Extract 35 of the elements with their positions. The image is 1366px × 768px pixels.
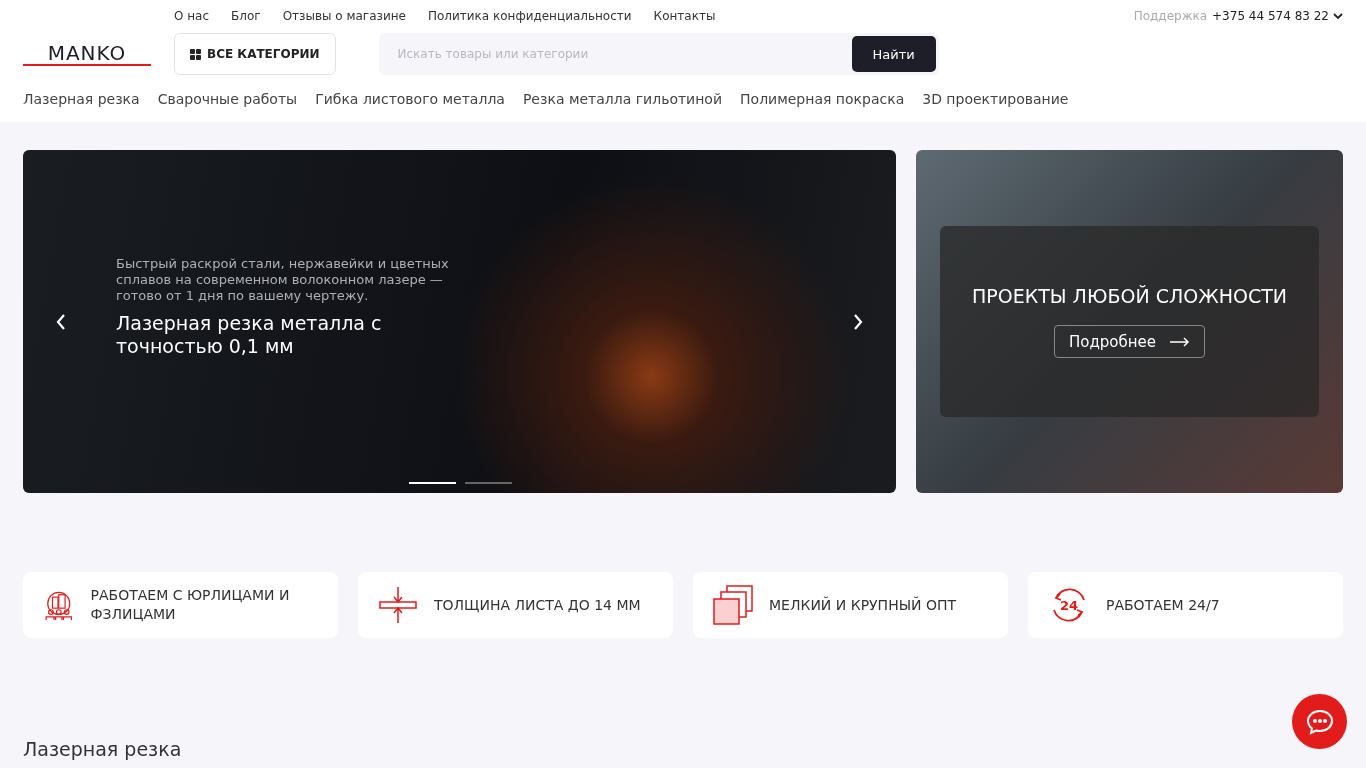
top-nav-link[interactable]: Контакты [653,9,716,23]
arrow-right-icon [1170,336,1190,347]
service-nav-link[interactable]: Сварочные работы [157,91,298,107]
top-nav-link[interactable]: Блог [231,9,261,23]
phone-link[interactable]: +375 44 574 83 22 [1212,9,1343,23]
grid-icon [190,48,201,60]
service-nav-link[interactable]: 3D проектирование [922,91,1069,107]
chat-bubble-icon [1305,708,1334,735]
service-nav-link[interactable]: Гибка листового металла [315,91,505,107]
search-button[interactable]: Найти [851,36,936,72]
search-field[interactable]: Искать товары или категории Найти [378,33,939,75]
section-title: Лазерная резка [23,738,183,760]
thickness-icon [378,585,418,625]
chat-button[interactable] [1292,694,1347,749]
service-nav-link[interactable]: Резка металла гильотиной [522,91,723,107]
support-label: Поддержка [1133,9,1208,23]
hero-title: Лазерная резка металла с точностью 0,1 мм [116,311,383,358]
top-nav-link[interactable]: О нас [174,9,210,23]
top-nav-link[interactable]: Политика конфиденциальности [427,9,632,23]
service-nav-link[interactable]: Полимерная покраска [740,91,905,107]
feature-text: ТОЛЩИНА ЛИСТА ДО 14 ММ [434,595,641,615]
top-nav-link[interactable]: Отзывы о магазине [282,9,406,23]
feature-text: РАБОТАЕМ 24/7 [1106,595,1220,615]
logo[interactable]: MANKO [23,42,151,66]
chevron-down-icon [1333,12,1343,20]
more-button[interactable]: Подробнее [1053,325,1205,358]
chevron-right-icon [853,313,863,330]
feature-text: МЕЛКИЙ И КРУПНЫЙ ОПТ [769,595,957,615]
hero-subtitle: Быстрый раскрой стали, нержавейки и цветных сплавов на современном волоконном лазере — готово от 1 дня по вашему чертежу. [116,255,450,304]
feature-text: РАБОТАЕМ С ЮРЛИЦАМИ И ФЗЛИЦАМИ [90,586,291,624]
all-categories-button[interactable]: ВСЕ КАТЕГОРИИ [174,33,336,75]
stacked-sheets-icon [713,585,753,625]
service-nav-link[interactable]: Лазерная резка [23,91,140,107]
chevron-left-icon [56,313,66,330]
promo-title: ПРОЕКТЫ ЛЮБОЙ СЛОЖНОСТИ [972,285,1287,307]
